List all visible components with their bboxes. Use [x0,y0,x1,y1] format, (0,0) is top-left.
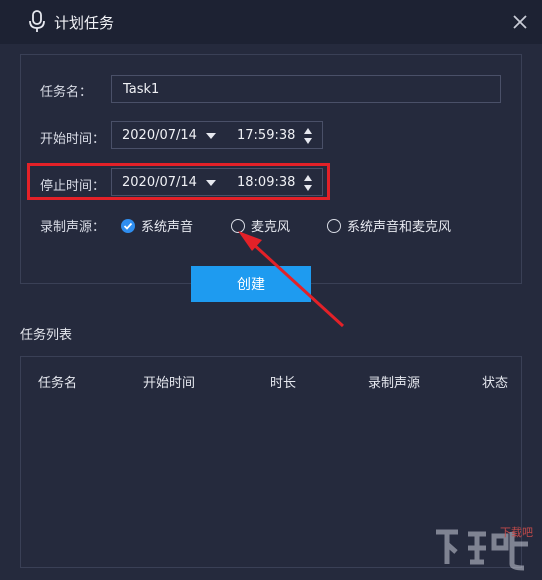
watermark-text: 下载吧 [500,526,533,539]
annotation-arrow [238,231,345,328]
